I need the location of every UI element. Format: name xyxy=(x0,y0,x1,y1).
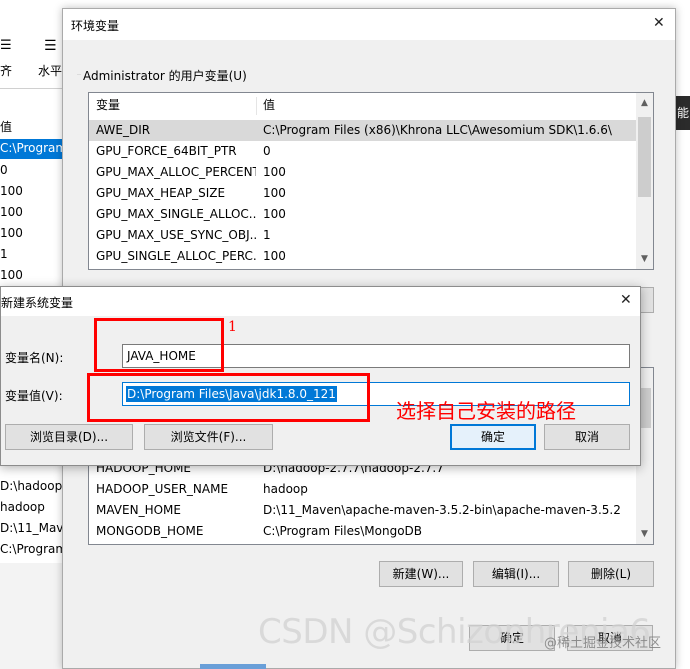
var-value: C:\Program Files\MongoDB xyxy=(263,524,423,538)
browse-dir-button[interactable]: 浏览目录(D)... xyxy=(5,424,133,450)
var-value: 100 xyxy=(263,207,286,221)
scroll-down-icon[interactable]: ▼ xyxy=(636,251,653,268)
var-value: C:\Program Files (x86)\Khrona LLC\Awesom… xyxy=(263,123,612,137)
column-header-value[interactable]: 值 xyxy=(263,95,275,116)
var-value: 100 xyxy=(263,186,286,200)
table-header: 变量 值 xyxy=(89,95,653,117)
var-name: MAVEN_HOME xyxy=(96,503,181,517)
var-value: 100 xyxy=(263,165,286,179)
var-value-label: 变量值(V): xyxy=(5,389,63,403)
toolbar-icon: ☰ xyxy=(0,38,12,53)
var-value: 100 xyxy=(263,249,286,263)
user-vars-label: Administrator 的用户变量(U) xyxy=(83,69,247,83)
table-row[interactable]: GPU_MAX_SINGLE_ALLOC... 100 xyxy=(89,204,653,225)
table-row[interactable]: MAVEN_HOME D:\11_Maven\apache-maven-3.5.… xyxy=(89,500,653,521)
list-item[interactable]: 100 xyxy=(0,226,23,240)
var-name: GPU_MAX_USE_SYNC_OBJ... xyxy=(96,228,256,242)
table-row[interactable]: AWE_DIR C:\Program Files (x86)\Khrona LL… xyxy=(89,120,653,141)
list-item[interactable]: C:\Program xyxy=(0,542,67,556)
dialog-cancel-button[interactable]: 取消 xyxy=(544,424,630,450)
scroll-down-icon[interactable]: ▼ xyxy=(636,526,653,543)
watermark-juejin: @稀土掘金技术社区 xyxy=(544,636,662,651)
column-header-name[interactable]: 变量 xyxy=(96,95,120,116)
var-name: AWE_DIR xyxy=(96,123,151,137)
dialog-title: 环境变量 xyxy=(71,19,120,33)
var-name: GPU_SINGLE_ALLOC_PERC... xyxy=(96,249,256,263)
var-name-label: 变量名(N): xyxy=(5,351,64,365)
list-item[interactable]: hadoop xyxy=(0,500,45,514)
dialog-titlebar: 环境变量 ✕ xyxy=(63,9,675,40)
table-row[interactable]: GPU_SINGLE_ALLOC_PERC... 100 xyxy=(89,246,653,267)
table-row[interactable]: GPU_FORCE_64BIT_PTR 0 xyxy=(89,141,653,162)
var-value: 0 xyxy=(263,144,271,158)
toolbar-label: 齐 xyxy=(0,64,13,78)
list-item[interactable]: 100 xyxy=(0,268,23,282)
var-value: hadoop xyxy=(263,482,308,496)
table-row[interactable]: GPU_MAX_HEAP_SIZE 100 xyxy=(89,183,653,204)
list-item[interactable]: C:\Program xyxy=(0,141,67,155)
close-icon[interactable]: ✕ xyxy=(653,15,665,31)
list-item[interactable]: 1 xyxy=(0,247,8,261)
table-row[interactable]: HADOOP_USER_NAME hadoop xyxy=(89,479,653,500)
var-name: GPU_MAX_ALLOC_PERCENT xyxy=(96,165,256,179)
var-name: HADOOP_USER_NAME xyxy=(96,482,229,496)
scroll-up-icon[interactable]: ▲ xyxy=(636,95,653,112)
annotation-note: 选择自己安装的路径 xyxy=(396,399,576,423)
edit-button[interactable]: 编辑(I)... xyxy=(473,561,559,587)
dialog-title: 新建系统变量 xyxy=(1,296,74,310)
confirm-button[interactable]: 确定 xyxy=(450,424,536,450)
annotation-box-value xyxy=(87,373,370,422)
browse-file-button[interactable]: 浏览文件(F)... xyxy=(144,424,273,450)
taskbar-item xyxy=(200,664,266,669)
user-vars-table: 变量 值 AWE_DIR C:\Program Files (x86)\Khro… xyxy=(88,92,654,270)
annotation-marker: 1 xyxy=(228,319,237,335)
list-item[interactable]: 0 xyxy=(0,163,8,177)
list-item[interactable]: D:\hadoop xyxy=(0,479,62,493)
var-name: GPU_MAX_HEAP_SIZE xyxy=(96,186,226,200)
list-item[interactable]: 100 xyxy=(0,205,23,219)
var-name: MONGODB_HOME xyxy=(96,524,204,538)
close-icon[interactable]: ✕ xyxy=(620,292,632,308)
column-header: 值 xyxy=(0,120,13,134)
list-item[interactable]: 100 xyxy=(0,184,23,198)
table-row[interactable]: MONGODB_HOME C:\Program Files\MongoDB xyxy=(89,521,653,542)
var-name: GPU_MAX_SINGLE_ALLOC... xyxy=(96,207,256,221)
delete-button[interactable]: 删除(L) xyxy=(568,561,654,587)
list-item[interactable]: D:\11_Mave xyxy=(0,521,71,535)
align-icon: ☰ xyxy=(44,38,57,54)
right-edge-label: 能 xyxy=(676,106,689,120)
scrollbar-thumb[interactable] xyxy=(638,117,651,197)
table-row[interactable]: GPU_MAX_ALLOC_PERCENT 100 xyxy=(89,162,653,183)
new-button[interactable]: 新建(W)... xyxy=(379,561,463,587)
dialog-titlebar: 新建系统变量 ✕ xyxy=(1,287,640,316)
annotation-box-name xyxy=(94,318,224,372)
var-value: 1 xyxy=(263,228,271,242)
var-name: GPU_FORCE_64BIT_PTR xyxy=(96,144,237,158)
vertical-scrollbar[interactable]: ▲ ▼ xyxy=(636,93,653,269)
var-value: D:\11_Maven\apache-maven-3.5.2-bin\apach… xyxy=(263,503,621,517)
toolbar-label: 水平 xyxy=(38,64,63,78)
table-row[interactable]: GPU_MAX_USE_SYNC_OBJ... 1 xyxy=(89,225,653,246)
right-edge-strip: 能 xyxy=(676,96,690,130)
